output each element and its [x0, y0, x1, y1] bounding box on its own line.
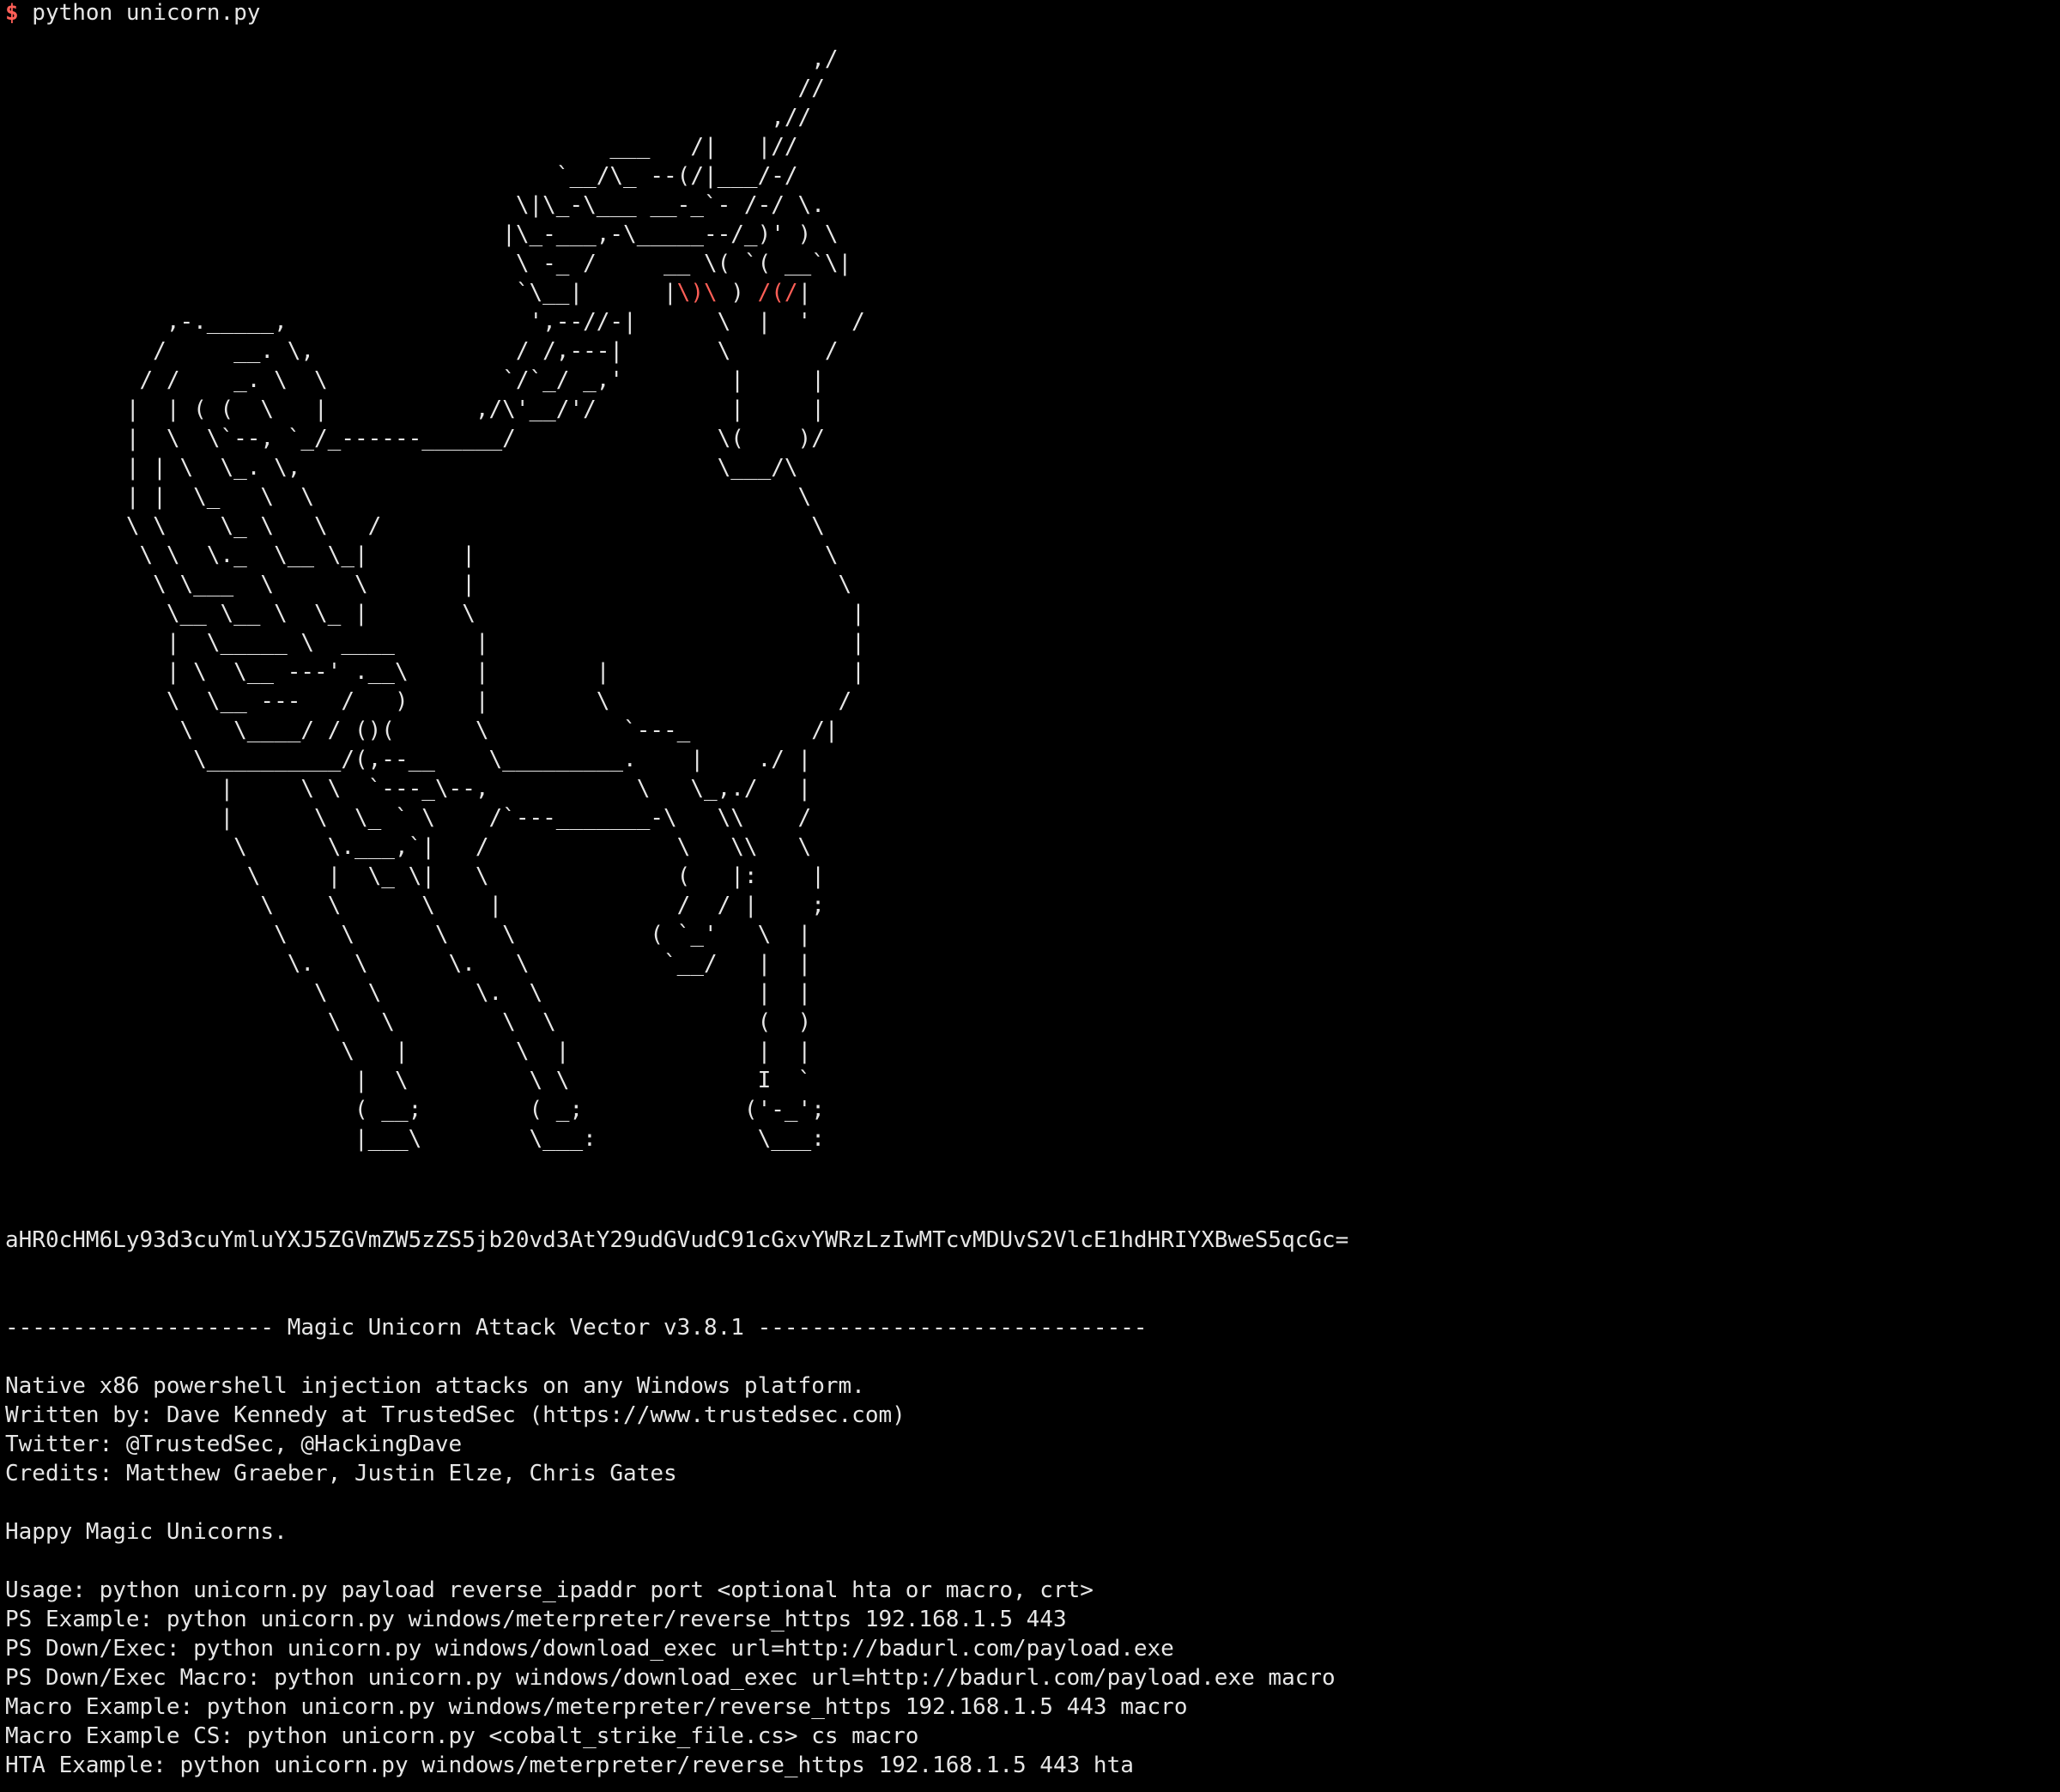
- twitter-line: Twitter: @TrustedSec, @HackingDave: [5, 1432, 463, 1457]
- terminal-window[interactable]: $ python unicorn.py ,/ // ,// ___ /| |//…: [0, 0, 2060, 1792]
- happy-line: Happy Magic Unicorns.: [5, 1519, 288, 1545]
- usage-ps-downexec-macro: PS Down/Exec Macro: python unicorn.py wi…: [5, 1665, 1336, 1691]
- banner-line: -------------------- Magic Unicorn Attac…: [5, 1315, 1148, 1341]
- usage-ps-downexec: PS Down/Exec: python unicorn.py windows/…: [5, 1636, 1174, 1662]
- usage-macro-cs-example: Macro Example CS: python unicorn.py <cob…: [5, 1723, 919, 1749]
- ascii-art-line: | | \ \_. \, \___/\: [5, 455, 798, 481]
- ascii-art-line: | \ \__ ---' .__\ | | |: [5, 659, 865, 685]
- command-text: python unicorn.py: [18, 0, 261, 26]
- ascii-art-line: \__________/(,--__ \_________. | ./ |: [5, 747, 812, 772]
- ascii-art-line: | | \_ \ \ \: [5, 484, 812, 510]
- ascii-art-line: / __. \, / /,---| \ /: [5, 338, 839, 364]
- unicorn-ascii-art: ,/ // ,// ___ /| |// `__/\_ --(/|___/-/ …: [5, 45, 865, 1153]
- ascii-art-line: `__/\_ --(/|___/-/: [5, 163, 798, 189]
- ascii-art-line: \ \__ --- / ) | \ /: [5, 688, 852, 714]
- ascii-art-line: | \ \ \ I `: [5, 1068, 812, 1093]
- command-prompt-line: $ python unicorn.py: [5, 0, 260, 27]
- ascii-art-line: \ -_ / __ \( `( __`\|: [5, 251, 852, 276]
- credits-line: Credits: Matthew Graeber, Justin Elze, C…: [5, 1461, 677, 1486]
- ascii-art-line: ,//: [5, 105, 812, 130]
- ascii-art-line: \ \ \ \ ( `_' \ |: [5, 922, 812, 947]
- ascii-art-line: ( __; ( _; ('-_';: [5, 1097, 825, 1123]
- ascii-art-line: //: [5, 76, 825, 101]
- ascii-art-line: \ \ \ \ ( ): [5, 1009, 812, 1035]
- ascii-art-line: \ \ \ | / / | ;: [5, 893, 825, 918]
- ascii-art-line: \__ \__ \ \_ | \ |: [5, 601, 865, 627]
- ascii-art-line: \ \___ \ \ | \: [5, 572, 852, 597]
- ascii-art-line: |___\ \___: \___:: [5, 1126, 825, 1152]
- ascii-art-line: \ \ \._ \__ \_| | \: [5, 542, 839, 568]
- ascii-art-line: / / _. \ \ `/`_/ _,' | |: [5, 367, 825, 393]
- ascii-art-line: | \ \ `---_\--, \ \_,./ |: [5, 776, 812, 802]
- description-line: Native x86 powershell injection attacks …: [5, 1373, 865, 1399]
- ascii-art-line: \ | \_ \| \ ( |: |: [5, 863, 825, 889]
- ascii-art-line: | | ( ( \ | ,/\'__/'/ | |: [5, 397, 825, 422]
- encoded-string: aHR0cHM6Ly93d3cuYmluYXJ5ZGVmZW5zZS5jb20v…: [5, 1227, 1349, 1253]
- usage-line: Usage: python unicorn.py payload reverse…: [5, 1577, 1094, 1603]
- ascii-art-line: |\_-___,-\_____--/_)' ) \: [5, 221, 839, 247]
- unicorn-eye-left: \)\: [676, 280, 718, 306]
- author-line: Written by: Dave Kennedy at TrustedSec (…: [5, 1402, 906, 1428]
- ascii-art-line: ,/: [5, 46, 839, 72]
- ascii-art-line: \. \ \. \ `__/ | |: [5, 951, 812, 977]
- usage-hta-example: HTA Example: python unicorn.py windows/m…: [5, 1753, 1134, 1778]
- ascii-art-line: ___ /| |//: [5, 134, 798, 160]
- usage-macro-example: Macro Example: python unicorn.py windows…: [5, 1694, 1188, 1720]
- ascii-art-line: | \ \`--, `_/_------______/ \( )/: [5, 426, 825, 451]
- ascii-art-line: \ \ \. \ | |: [5, 980, 812, 1006]
- usage-ps-example: PS Example: python unicorn.py windows/me…: [5, 1607, 1067, 1632]
- prompt-symbol: $: [5, 0, 19, 26]
- ascii-art-line: \ \____/ / ()( \ `---_ /|: [5, 717, 839, 743]
- ascii-art-line: ,-._____, ',--//-| \ | ' /: [5, 309, 865, 335]
- ascii-art-line: | \_____ \ ____ | |: [5, 630, 865, 656]
- ascii-art-line: \ \ \_ \ \ / \: [5, 513, 825, 539]
- ascii-art-line: \ \.___,`| / \ \\ \: [5, 834, 812, 860]
- ascii-art-line: \|\_-\___ __-_`- /-/ \.: [5, 192, 825, 218]
- ascii-art-line: `\__| |\)\ ) /(/|: [5, 280, 812, 306]
- unicorn-eye-right: /(/: [757, 280, 798, 306]
- ascii-art-line: \ | \ | | |: [5, 1038, 812, 1064]
- ascii-art-line: | \ \_ ` \ /`---_______-\ \\ /: [5, 805, 812, 831]
